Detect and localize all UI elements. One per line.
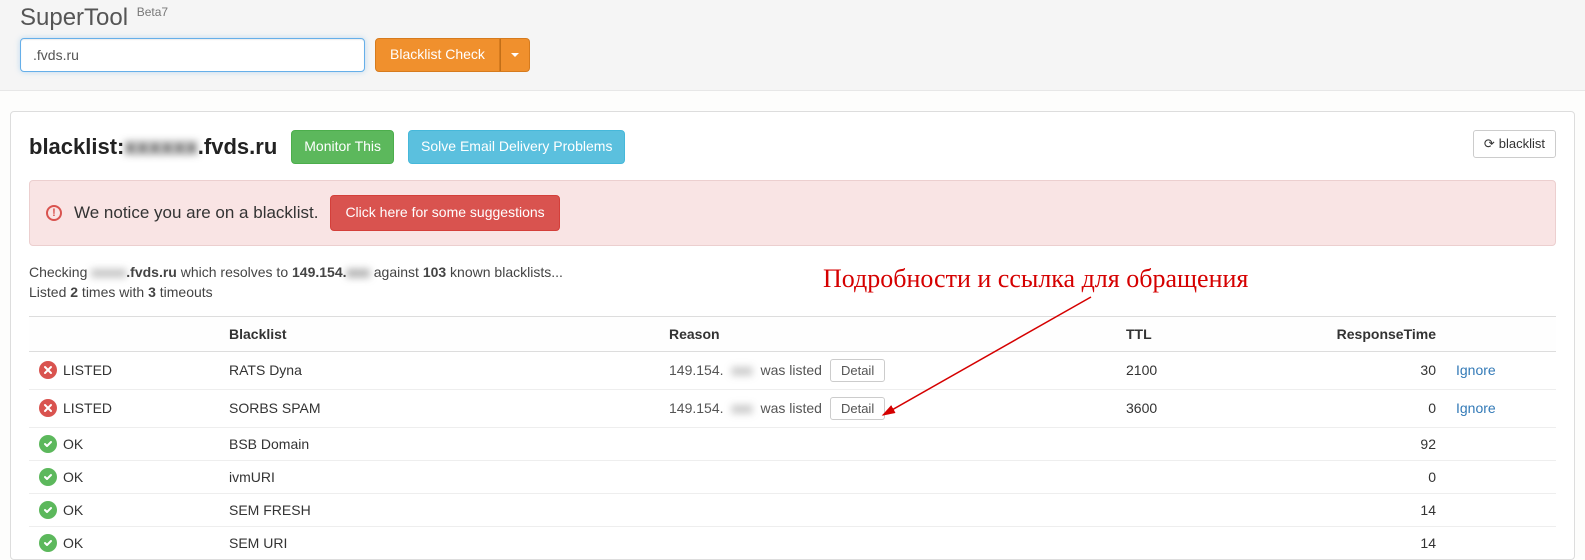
checking-line: Checking xxxxx.fvds.ru which resolves to… — [29, 264, 1556, 280]
blacklist-alert: ! We notice you are on a blacklist. Clic… — [29, 180, 1556, 246]
cell-ttl: 3600 — [1116, 389, 1226, 427]
check-circle-icon — [39, 534, 57, 552]
cell-reason — [659, 493, 1116, 526]
cell-status: LISTED — [29, 389, 219, 427]
cell-reason — [659, 427, 1116, 460]
solve-problems-button[interactable]: Solve Email Delivery Problems — [408, 130, 625, 164]
brand-title: SuperTool Beta7 — [20, 4, 1565, 32]
blacklist-table: Blacklist Reason TTL ResponseTime LISTED… — [29, 316, 1556, 559]
detail-button[interactable]: Detail — [830, 397, 885, 420]
status-label: OK — [63, 469, 83, 485]
cell-action — [1446, 493, 1556, 526]
table-row: OK ivmURI 0 — [29, 460, 1556, 493]
col-status — [29, 316, 219, 351]
cell-responsetime: 92 — [1226, 427, 1446, 460]
cell-responsetime: 0 — [1226, 389, 1446, 427]
results-panel: blacklist:xxxxxx.fvds.ru Monitor This So… — [10, 111, 1575, 560]
refresh-label: blacklist — [1499, 135, 1545, 153]
x-circle-icon — [39, 361, 57, 379]
cell-blacklist: SEM URI — [219, 526, 659, 559]
cell-reason: 149.154.xxx was listedDetail — [659, 351, 1116, 389]
status-label: OK — [63, 502, 83, 518]
lookup-button-group: Blacklist Check — [375, 38, 530, 72]
top-bar: SuperTool Beta7 Blacklist Check — [0, 0, 1585, 91]
cell-reason — [659, 460, 1116, 493]
suggestions-button[interactable]: Click here for some suggestions — [330, 195, 559, 231]
ignore-link[interactable]: Ignore — [1456, 362, 1496, 378]
status-label: OK — [63, 436, 83, 452]
cell-blacklist: BSB Domain — [219, 427, 659, 460]
col-action — [1446, 316, 1556, 351]
status-label: LISTED — [63, 400, 112, 416]
cell-action — [1446, 460, 1556, 493]
check-circle-icon — [39, 435, 57, 453]
lookup-dropdown-button[interactable] — [500, 38, 530, 72]
cell-status: LISTED — [29, 351, 219, 389]
cell-responsetime: 30 — [1226, 351, 1446, 389]
cell-status: OK — [29, 427, 219, 460]
blacklist-check-button[interactable]: Blacklist Check — [375, 38, 500, 72]
table-row: OK SEM FRESH 14 — [29, 493, 1556, 526]
cell-ttl — [1116, 493, 1226, 526]
cell-action: Ignore — [1446, 351, 1556, 389]
brand-beta: Beta7 — [137, 5, 168, 19]
results-title: blacklist:xxxxxx.fvds.ru — [29, 134, 277, 160]
cell-responsetime: 0 — [1226, 460, 1446, 493]
col-responsetime: ResponseTime — [1226, 316, 1446, 351]
cell-blacklist: ivmURI — [219, 460, 659, 493]
cell-ttl — [1116, 526, 1226, 559]
col-ttl: TTL — [1116, 316, 1226, 351]
title-obscured: xxxxxx — [124, 134, 197, 159]
check-circle-icon — [39, 501, 57, 519]
title-prefix: blacklist: — [29, 134, 124, 159]
cell-action: Ignore — [1446, 389, 1556, 427]
detail-button[interactable]: Detail — [830, 359, 885, 382]
title-suffix: .fvds.ru — [198, 134, 277, 159]
cell-responsetime: 14 — [1226, 493, 1446, 526]
cell-status: OK — [29, 460, 219, 493]
caret-down-icon — [511, 53, 519, 57]
check-circle-icon — [39, 468, 57, 486]
monitor-this-button[interactable]: Monitor This — [291, 130, 394, 164]
cell-ttl: 2100 — [1116, 351, 1226, 389]
status-label: OK — [63, 535, 83, 551]
cell-blacklist: SORBS SPAM — [219, 389, 659, 427]
table-header-row: Blacklist Reason TTL ResponseTime — [29, 316, 1556, 351]
refresh-button[interactable]: ⟳blacklist — [1473, 130, 1556, 158]
cell-action — [1446, 427, 1556, 460]
x-circle-icon — [39, 399, 57, 417]
alert-icon: ! — [46, 205, 62, 221]
lookup-input[interactable] — [20, 38, 365, 72]
col-blacklist: Blacklist — [219, 316, 659, 351]
listed-line: Listed 2 times with 3 timeouts — [29, 284, 1556, 300]
status-label: LISTED — [63, 362, 112, 378]
table-row: OK BSB Domain 92 — [29, 427, 1556, 460]
cell-reason: 149.154.xxx was listedDetail — [659, 389, 1116, 427]
cell-action — [1446, 526, 1556, 559]
cell-status: OK — [29, 526, 219, 559]
col-reason: Reason — [659, 316, 1116, 351]
cell-responsetime: 14 — [1226, 526, 1446, 559]
cell-ttl — [1116, 427, 1226, 460]
table-row: OK SEM URI 14 — [29, 526, 1556, 559]
table-row: LISTED RATS Dyna149.154.xxx was listedDet… — [29, 351, 1556, 389]
brand-name: SuperTool — [20, 4, 128, 31]
cell-blacklist: SEM FRESH — [219, 493, 659, 526]
cell-ttl — [1116, 460, 1226, 493]
table-row: LISTED SORBS SPAM149.154.xxx was listedDe… — [29, 389, 1556, 427]
refresh-icon: ⟳ — [1484, 135, 1495, 153]
alert-text: We notice you are on a blacklist. — [74, 203, 318, 223]
ignore-link[interactable]: Ignore — [1456, 400, 1496, 416]
results-header: blacklist:xxxxxx.fvds.ru Monitor This So… — [29, 130, 1556, 164]
search-row: Blacklist Check — [20, 38, 1565, 72]
cell-status: OK — [29, 493, 219, 526]
cell-reason — [659, 526, 1116, 559]
cell-blacklist: RATS Dyna — [219, 351, 659, 389]
